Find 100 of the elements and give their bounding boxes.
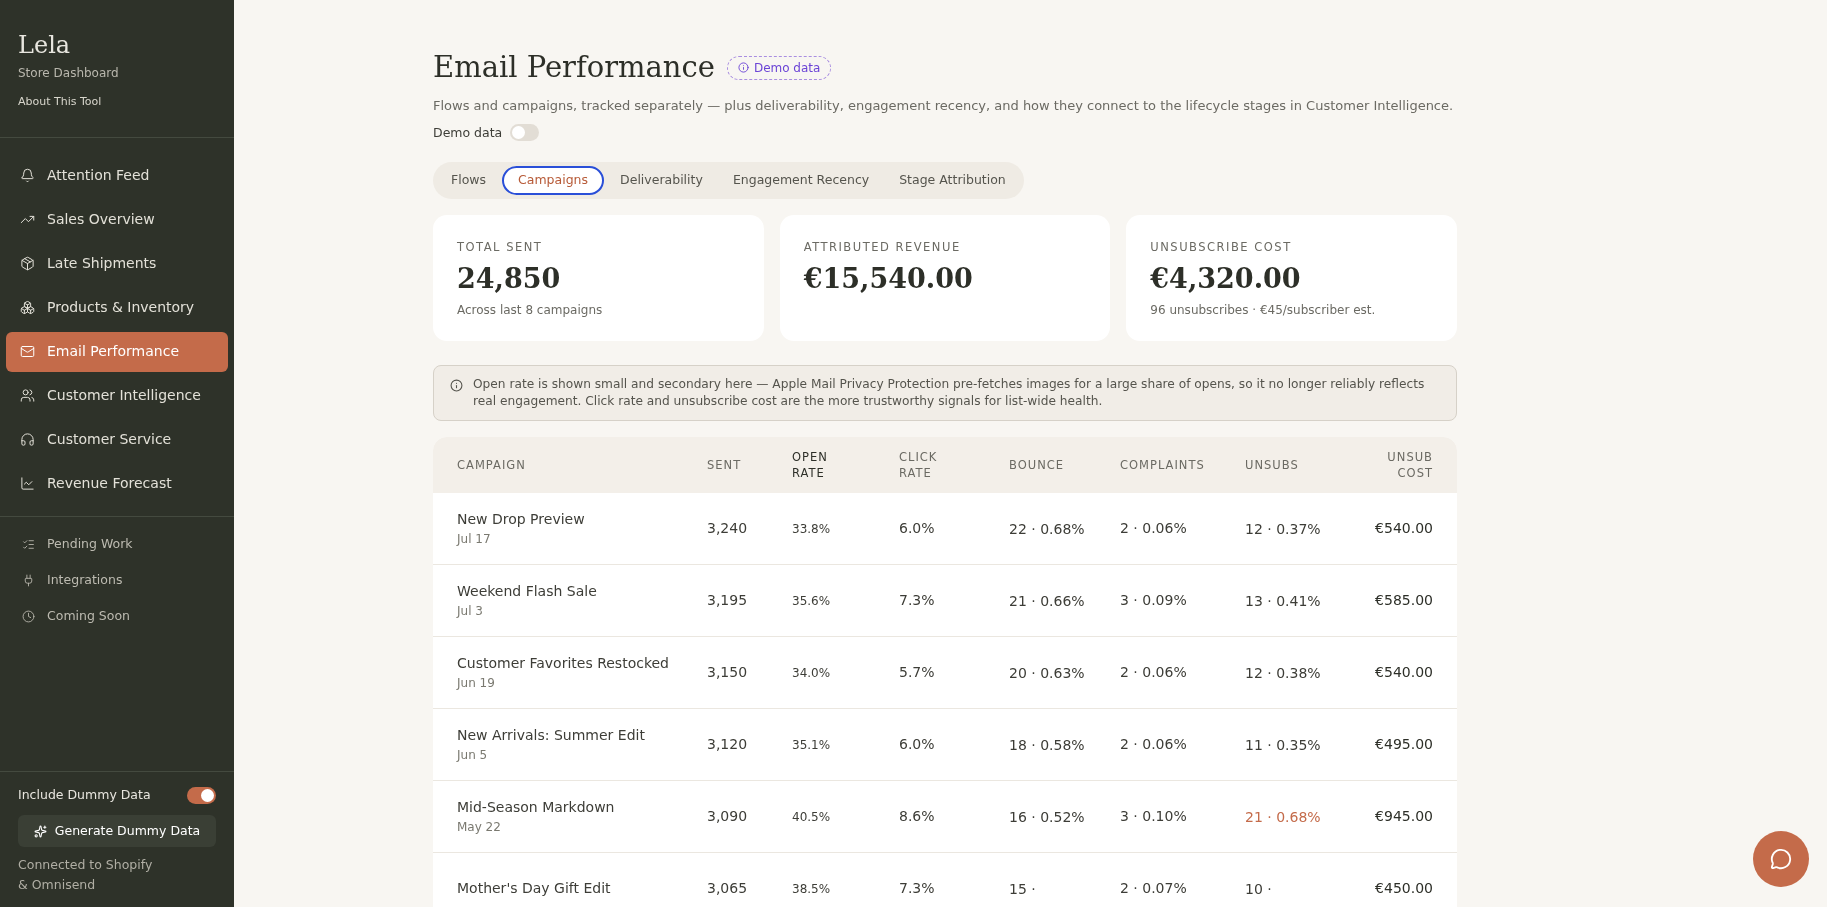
table-cell-text: 3,065: [707, 879, 749, 899]
campaign-name: New Drop Preview: [457, 510, 586, 530]
nav-item[interactable]: Sales Overview: [6, 199, 228, 240]
table-cell-text: 6.0%: [899, 519, 936, 539]
column-header: BOUNCE: [1009, 457, 1065, 474]
table-cell-text: 3,090: [707, 807, 749, 827]
toggle-switch[interactable]: [510, 124, 540, 142]
tab[interactable]: Deliverability: [606, 166, 717, 196]
nav-item[interactable]: Revenue Forecast: [6, 463, 228, 504]
column-header: SENT: [707, 457, 742, 474]
nav-item[interactable]: Products & Inventory: [6, 287, 228, 328]
notice-text: Open rate is shown small and secondary here — Apple Mail Privacy Protection pre-fetches images for a large share of opens, so it no longer reliably reflects real engagement. Click rate and unsubscribe cost are the more trustworthy signals for list-wide health.: [473, 376, 1426, 411]
column-header: UNSUB COST: [1386, 449, 1433, 482]
chat-button[interactable]: [1753, 831, 1809, 887]
campaign-date: Jun 19: [457, 675, 496, 693]
tab[interactable]: Flows: [437, 166, 501, 196]
chat-icon: [1770, 848, 1792, 870]
info-icon: [737, 62, 749, 74]
table-cell-text: €585.00: [1374, 591, 1433, 611]
table-cell-text: 3 · 0.09%: [1120, 591, 1188, 611]
table-cell-text: 3 · 0.10%: [1120, 807, 1188, 827]
table-cell-text: 3,120: [707, 735, 749, 755]
bell-icon: [20, 168, 35, 183]
table-cell-text: 7.3%: [899, 879, 936, 899]
column-header: UNSUBS: [1245, 457, 1299, 474]
dummy-data-label: Include Dummy Data: [18, 786, 151, 805]
brand-name: Lela: [18, 30, 72, 60]
table-cell-text: 40.5%: [792, 808, 832, 826]
secondary-nav-item[interactable]: Pending Work: [6, 528, 228, 561]
stat-label: TOTAL SENT: [457, 239, 544, 257]
column-header: OPEN RATE: [792, 449, 829, 482]
table-cell-text: 7.3%: [899, 591, 936, 611]
table-cell-text: 34.0%: [792, 664, 832, 682]
table-cell-text: 21 · 0.66%: [1009, 591, 1086, 611]
generate-dummy-data-button[interactable]: Generate Dummy Data: [18, 815, 216, 847]
table-cell-text: 2 · 0.06%: [1120, 663, 1188, 683]
headphones-icon: [20, 432, 35, 447]
package-icon: [20, 256, 35, 271]
campaign-date: Jul 3: [457, 603, 484, 621]
table-cell-text: €945.00: [1374, 807, 1433, 827]
table-cell-text: 2 · 0.06%: [1120, 735, 1188, 755]
table-cell-text: €540.00: [1374, 519, 1433, 539]
page-description: Flows and campaigns, tracked separately — plus deliverability, engagement recency, and how they connect to the lifecycle stages in Customer Intelligence.: [433, 96, 1454, 115]
table-cell-text: 10 ·: [1245, 879, 1273, 899]
campaign-date: May 22: [457, 819, 502, 837]
stat-value: 24,850: [457, 261, 562, 296]
stat-note: 96 unsubscribes · €45/subscriber est.: [1150, 302, 1377, 319]
table-cell-text: €450.00: [1374, 879, 1433, 899]
campaign-name: Mid-Season Markdown: [457, 798, 616, 818]
table-cell-text: 12 · 0.38%: [1245, 663, 1322, 683]
tab[interactable]: Campaigns: [502, 166, 605, 196]
nav-item[interactable]: Email Performance: [6, 331, 228, 372]
table-cell-text: €495.00: [1374, 735, 1433, 755]
connection-status: Connected to Shopify & Omnisend: [18, 856, 154, 894]
plug-icon: [22, 574, 35, 587]
tab[interactable]: Stage Attribution: [885, 166, 1020, 196]
table-cell-text: 12 · 0.37%: [1245, 519, 1322, 539]
boxes-icon: [20, 300, 35, 315]
nav-item[interactable]: Customer Service: [6, 419, 228, 460]
stat-value: €15,540.00: [803, 261, 974, 296]
nav-item[interactable]: Late Shipments: [6, 243, 228, 284]
table-cell-text: 18 · 0.58%: [1009, 735, 1086, 755]
column-header: COMPLAINTS: [1120, 457, 1205, 474]
campaign-name: Weekend Flash Sale: [457, 582, 598, 602]
table-cell-text: 3,195: [707, 591, 749, 611]
toggle-switch[interactable]: [187, 787, 216, 805]
line-chart-icon: [20, 476, 35, 491]
nav-item[interactable]: Attention Feed: [6, 155, 228, 196]
table-cell-text: 21 · 0.68%: [1245, 807, 1322, 827]
table-cell-text: 5.7%: [899, 663, 936, 683]
about-link[interactable]: About This Tool: [18, 94, 216, 111]
table-cell-text: 38.5%: [792, 880, 832, 898]
users-icon: [20, 388, 35, 403]
table-cell-text: €540.00: [1374, 663, 1433, 683]
tab[interactable]: Engagement Recency: [718, 166, 884, 196]
table-cell-text: 3,240: [707, 519, 749, 539]
campaign-name: Customer Favorites Restocked: [457, 654, 670, 674]
table-cell-text: 6.0%: [899, 735, 936, 755]
column-header: CAMPAIGN: [457, 457, 526, 474]
secondary-nav-item[interactable]: Integrations: [6, 564, 228, 597]
table-cell-text: 3,150: [707, 663, 749, 683]
table-cell-text: 11 · 0.35%: [1245, 735, 1322, 755]
table-cell-text: 2 · 0.07%: [1120, 879, 1188, 899]
campaign-date: Jul 17: [457, 531, 492, 549]
table-cell-text: 35.6%: [792, 592, 832, 610]
stat-value: €4,320.00: [1150, 261, 1302, 296]
campaign-date: Jun 5: [457, 747, 489, 765]
secondary-nav-item[interactable]: Coming Soon: [6, 600, 228, 633]
mail-icon: [20, 344, 35, 359]
info-icon: [450, 379, 463, 393]
stat-note: Across last 8 campaigns: [457, 302, 604, 319]
table-cell-text: 20 · 0.63%: [1009, 663, 1086, 683]
column-header: CLICK RATE: [899, 449, 939, 482]
table-cell-text: 2 · 0.06%: [1120, 519, 1188, 539]
sparkles-icon: [33, 824, 47, 838]
table-cell-text: 15 ·: [1009, 879, 1037, 899]
checklist-icon: [22, 538, 35, 551]
campaign-name: New Arrivals: Summer Edit: [457, 726, 646, 746]
nav-item[interactable]: Customer Intelligence: [6, 375, 228, 416]
stat-label: UNSUBSCRIBE COST: [1150, 239, 1293, 257]
